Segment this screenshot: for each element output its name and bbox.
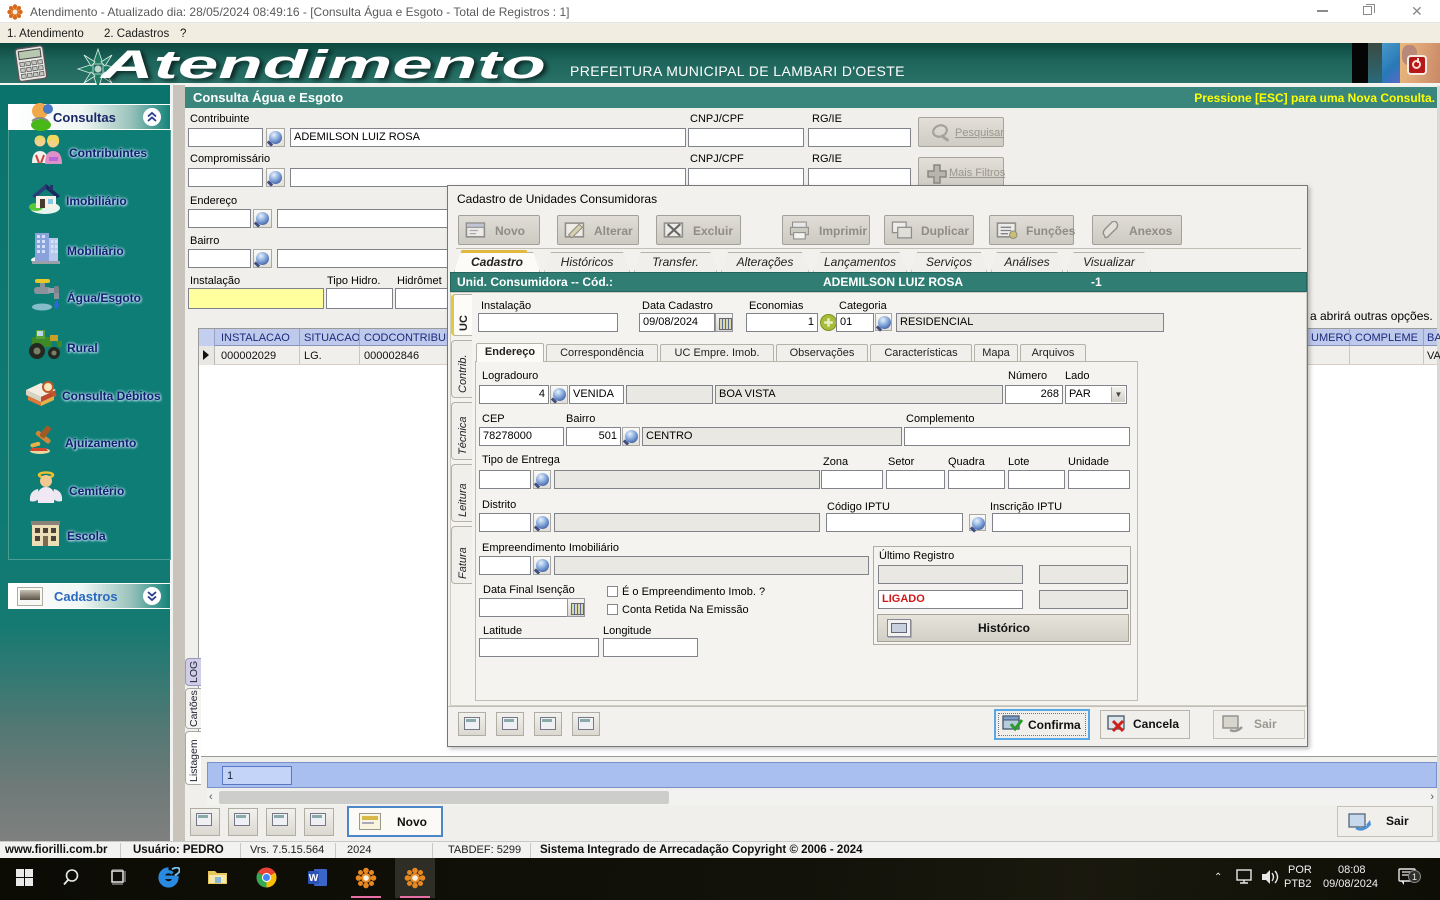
svg-text:W: W — [309, 873, 319, 884]
